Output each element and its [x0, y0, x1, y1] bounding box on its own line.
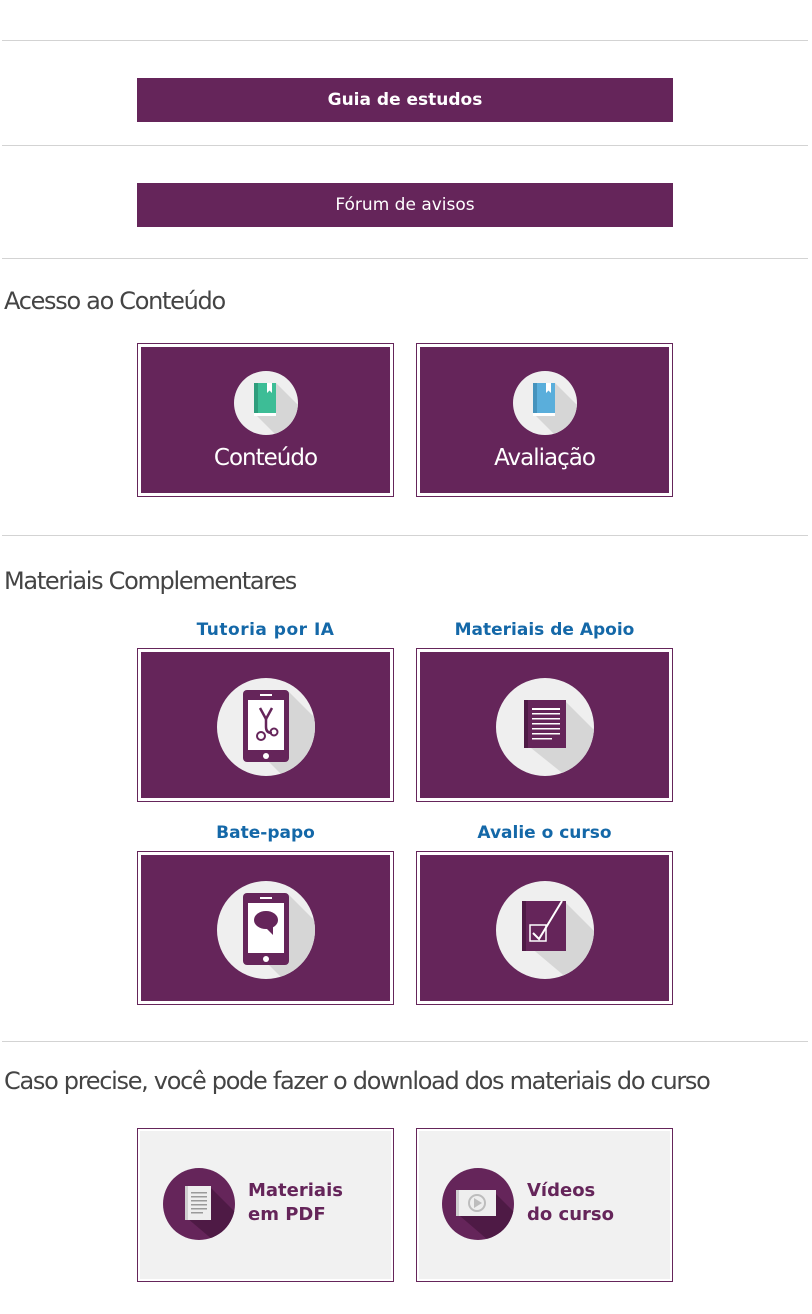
downloads-section-title: Caso precise, você pode fazer o download…	[4, 1067, 711, 1095]
pdf-materials-download[interactable]: Materiais em PDF	[137, 1128, 394, 1282]
support-materials-tile[interactable]	[416, 648, 673, 802]
supplementary-section-title: Materiais Complementares	[4, 567, 297, 595]
support-materials-caption: Materiais de Apoio	[454, 620, 635, 640]
assessment-tile[interactable]: Avaliação	[416, 343, 673, 497]
pdf-materials-line2: em PDF	[248, 1204, 326, 1225]
course-videos-label: Vídeos do curso	[527, 1179, 614, 1227]
course-videos-download[interactable]: Vídeos do curso	[416, 1128, 673, 1282]
book-icon	[512, 371, 577, 435]
document-icon	[495, 678, 594, 776]
rate-course-tile[interactable]	[416, 851, 673, 1005]
divider	[2, 145, 808, 146]
study-guide-button[interactable]: Guia de estudos	[137, 78, 673, 122]
content-tile-label: Conteúdo	[213, 445, 318, 471]
divider	[2, 258, 808, 259]
chat-tile[interactable]	[137, 851, 394, 1005]
tablet-chat-icon	[216, 881, 315, 979]
divider	[2, 1041, 808, 1042]
notice-forum-button[interactable]: Fórum de avisos	[137, 183, 673, 227]
study-guide-label: Guia de estudos	[327, 90, 483, 110]
assessment-tile-label: Avaliação	[494, 445, 596, 471]
access-section-title: Acesso ao Conteúdo	[4, 287, 226, 315]
tablet-stethoscope-icon	[216, 678, 315, 776]
divider	[2, 40, 808, 41]
notice-forum-label: Fórum de avisos	[335, 195, 475, 215]
content-tile[interactable]: Conteúdo	[137, 343, 394, 497]
book-icon	[233, 371, 298, 435]
video-play-icon	[442, 1168, 514, 1240]
course-videos-line1: Vídeos	[527, 1180, 596, 1201]
divider	[2, 535, 808, 536]
course-videos-line2: do curso	[527, 1204, 614, 1225]
chat-caption: Bate-papo	[216, 823, 315, 843]
rate-course-caption: Avalie o curso	[477, 823, 612, 843]
pdf-materials-line1: Materiais	[248, 1180, 343, 1201]
ai-tutoring-tile[interactable]	[137, 648, 394, 802]
pdf-materials-label: Materiais em PDF	[248, 1179, 343, 1227]
checklist-icon	[495, 881, 594, 979]
ai-tutoring-caption: Tutoria por IA	[196, 620, 335, 640]
pdf-document-icon	[163, 1168, 235, 1240]
